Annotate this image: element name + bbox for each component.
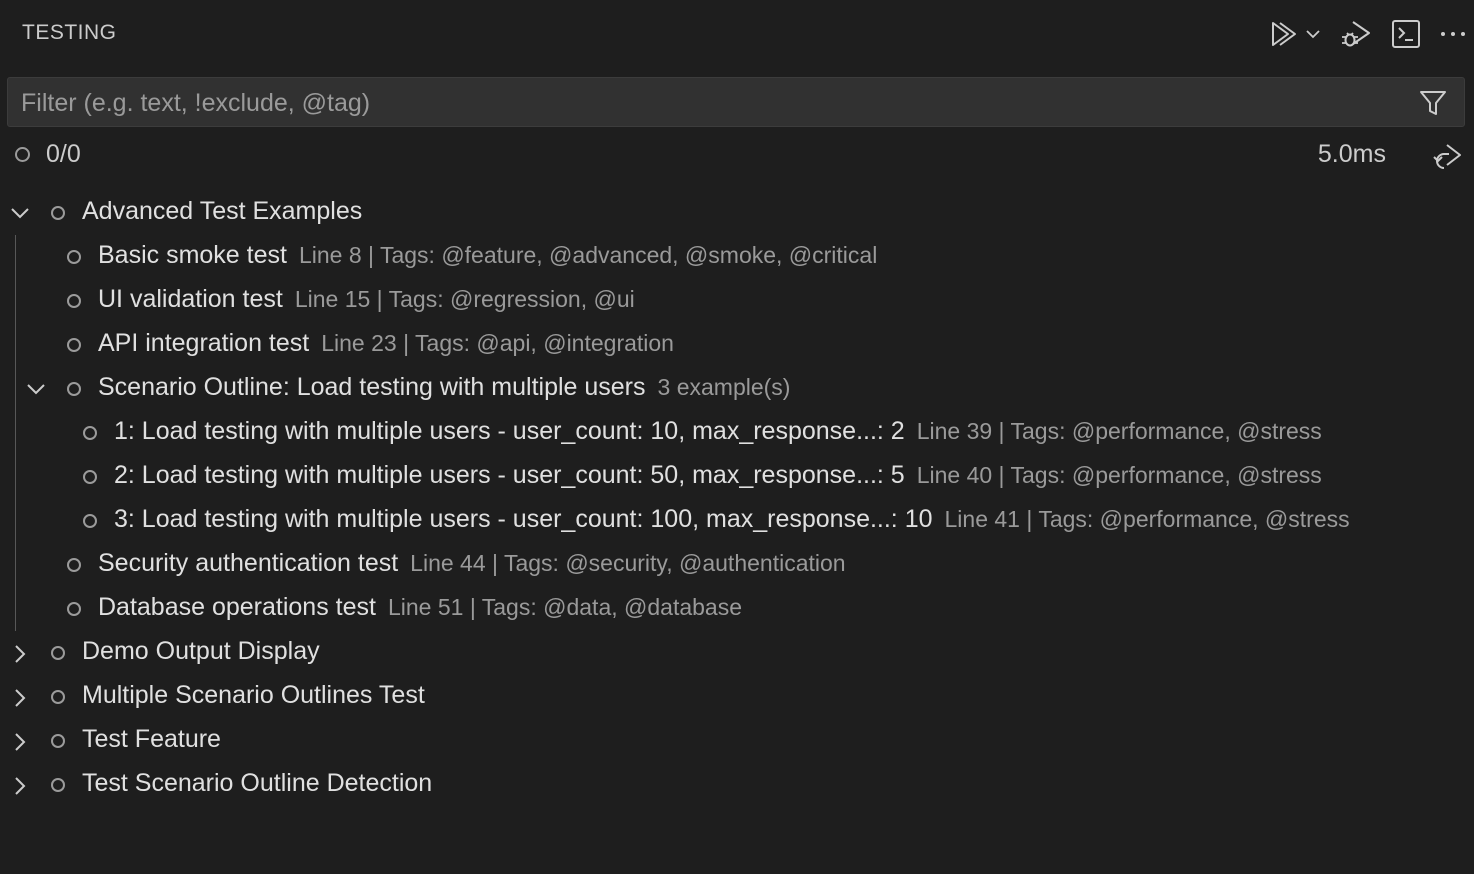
tree-item-example[interactable]: 1: Load testing with multiple users - us…: [0, 411, 1474, 455]
chevron-right-icon[interactable]: [10, 775, 30, 797]
tree-item-label: Multiple Scenario Outlines Test: [82, 681, 425, 709]
status-circle-icon: [67, 250, 81, 264]
status-circle-icon: [83, 514, 97, 528]
chevron-down-icon[interactable]: [9, 203, 31, 223]
testing-view-header: TESTING: [0, 0, 1474, 68]
tree-item-scenario[interactable]: Basic smoke test Line 8 | Tags: @feature,…: [0, 235, 1474, 279]
tree-item-label: UI validation test: [98, 285, 283, 313]
tree-item-description: Line 51 | Tags: @data, @database: [387, 594, 743, 620]
status-circle-icon: [51, 646, 65, 660]
status-circle-icon: [51, 734, 65, 748]
tree-item-description: Line 40 | Tags: @performance, @stress: [916, 462, 1322, 488]
tree-item-label: 3: Load testing with multiple users - us…: [114, 505, 933, 533]
status-circle-icon: [51, 778, 65, 792]
tree-item-feature[interactable]: Multiple Scenario Outlines Test: [0, 675, 1474, 719]
tree-item-feature[interactable]: Test Scenario Outline Detection: [0, 763, 1474, 807]
tree-item-label: Database operations test: [98, 593, 376, 621]
tree-item-description: Line 23 | Tags: @api, @integration: [321, 330, 674, 356]
filter-icon[interactable]: [1418, 89, 1448, 117]
tree-item-example[interactable]: 3: Load testing with multiple users - us…: [0, 499, 1474, 543]
tree-item-scenario[interactable]: API integration test Line 23 | Tags: @api…: [0, 323, 1474, 367]
tree-item-description: Line 8 | Tags: @feature, @advanced, @smo…: [298, 242, 878, 268]
tree-item-label: Security authentication test: [98, 549, 399, 577]
tree-item-description: Line 39 | Tags: @performance, @stress: [916, 418, 1322, 444]
open-terminal-button[interactable]: [1389, 16, 1423, 52]
status-circle-icon: [83, 470, 97, 484]
test-tree: Advanced Test Examples Basic smoke test L…: [0, 191, 1474, 807]
tree-item-feature[interactable]: Test Feature: [0, 719, 1474, 763]
run-options-dropdown[interactable]: [1302, 16, 1324, 52]
tree-item-feature[interactable]: Demo Output Display: [0, 631, 1474, 675]
tree-item-description: Line 41 | Tags: @performance, @stress: [944, 506, 1350, 532]
status-circle-icon: [67, 338, 81, 352]
tree-item-description: Line 44 | Tags: @security, @authenticati…: [410, 550, 846, 576]
rerun-icon[interactable]: [1430, 139, 1464, 173]
tree-item-scenario[interactable]: Database operations test Line 51 | Tags: …: [0, 587, 1474, 631]
tree-item-scenario[interactable]: Security authentication test Line 44 | Ta…: [0, 543, 1474, 587]
tree-item-label: 1: Load testing with multiple users - us…: [114, 417, 905, 445]
test-status-row: 0/0 5.0ms: [0, 134, 1474, 178]
filter-input[interactable]: Filter (e.g. text, !exclude, @tag): [7, 77, 1465, 127]
test-duration: 5.0ms: [1317, 140, 1386, 168]
tree-item-label: Test Scenario Outline Detection: [82, 769, 433, 797]
tree-item-label: Demo Output Display: [82, 637, 320, 665]
status-circle-icon: [51, 690, 65, 704]
tree-item-label: Advanced Test Examples: [82, 197, 363, 225]
status-circle-icon: [15, 147, 30, 162]
status-circle-icon: [83, 426, 97, 440]
tree-item-label: Test Feature: [82, 725, 221, 753]
tree-item-label: Basic smoke test: [98, 241, 287, 269]
run-all-icon: [1272, 22, 1296, 46]
view-title: TESTING: [22, 21, 117, 44]
tree-item-label: API integration test: [98, 329, 310, 357]
debug-all-icon: [1342, 21, 1370, 47]
tree-item-scenario[interactable]: UI validation test Line 15 | Tags: @regre…: [0, 279, 1474, 323]
chevron-down-icon: [1306, 30, 1320, 39]
status-circle-icon: [67, 294, 81, 308]
more-actions-icon: [1441, 32, 1465, 36]
status-circle-icon: [51, 206, 65, 220]
chevron-right-icon[interactable]: [10, 731, 30, 753]
test-count: 0/0: [46, 140, 81, 168]
tree-item-scenario-outline[interactable]: Scenario Outline: Load testing with mult…: [0, 367, 1474, 411]
tree-item-example[interactable]: 2: Load testing with multiple users - us…: [0, 455, 1474, 499]
tree-item-description: 3 example(s): [657, 374, 791, 400]
chevron-down-icon[interactable]: [25, 379, 47, 399]
status-circle-icon: [67, 602, 81, 616]
tree-item-description: Line 15 | Tags: @regression, @ui: [294, 286, 635, 312]
chevron-right-icon[interactable]: [10, 643, 30, 665]
run-all-button[interactable]: [1268, 16, 1298, 52]
more-actions-button[interactable]: [1438, 16, 1468, 52]
terminal-icon: [1392, 20, 1420, 48]
status-circle-icon: [67, 558, 81, 572]
status-circle-icon: [67, 382, 81, 396]
tree-item-feature[interactable]: Advanced Test Examples: [0, 191, 1474, 235]
chevron-right-icon[interactable]: [10, 687, 30, 709]
tree-item-label: 2: Load testing with multiple users - us…: [114, 461, 905, 489]
filter-placeholder: Filter (e.g. text, !exclude, @tag): [21, 89, 371, 117]
debug-all-button[interactable]: [1338, 16, 1374, 52]
tree-item-label: Scenario Outline: Load testing with mult…: [98, 373, 646, 401]
